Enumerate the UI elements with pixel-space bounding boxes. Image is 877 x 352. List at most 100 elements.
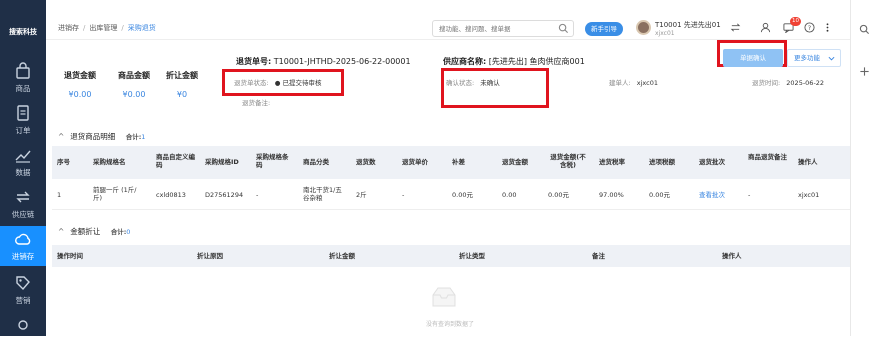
column-header: 折让金额 [329, 252, 355, 260]
column-header: 序号 [57, 158, 70, 166]
table-row: 1 前腿一斤 (1斤/斤) cxld0813 D27561294 - 南北干货1… [52, 179, 850, 210]
user-icon[interactable] [760, 22, 771, 33]
avatar[interactable] [636, 20, 651, 35]
sidebar-item-orders[interactable]: 订单 [0, 100, 46, 140]
column-header: 退货金额(不含税) [550, 153, 586, 169]
empty-state-text: 没有查询到数据了 [426, 321, 475, 328]
sidebar-item-label: 营销 [15, 296, 31, 305]
discount-section-header[interactable]: ^ 金额折让 合计:0 [58, 226, 130, 237]
column-header: 退货单价 [402, 158, 428, 166]
table-cell: 97.00% [599, 191, 624, 199]
summary-return-amount: 退货金额 ¥0.00 [64, 70, 96, 99]
column-header: 商品退货备注 [748, 153, 787, 161]
right-toolbar [850, 0, 877, 336]
column-header: 操作人 [798, 158, 818, 166]
plus-icon[interactable] [859, 66, 870, 77]
sidebar-item-data[interactable]: 数据 [0, 142, 46, 182]
table-cell: D27561294 [205, 191, 244, 199]
goods-count-value: 1 [141, 133, 146, 141]
sidebar-item-label: 商品 [15, 84, 31, 93]
user-account: xjxc01 [655, 30, 675, 37]
table-cell: 0.00元 [649, 191, 670, 199]
summary-discount-amount: 折让金额 ¥0 [166, 70, 198, 99]
sidebar-item-label: 进销存 [11, 252, 35, 261]
column-header: 折让类型 [459, 252, 485, 260]
search-icon[interactable] [558, 23, 569, 34]
collapse-icon[interactable]: ^ [58, 132, 64, 141]
breadcrumb-current: 采购退货 [127, 24, 156, 32]
empty-box-icon [432, 287, 456, 307]
breadcrumb: 进销存 / 出库管理 / 采购退货 [58, 23, 156, 33]
user-name[interactable]: T10001 先进先出01 [655, 20, 721, 30]
return-time-field: 退货时间: 2025-06-22 [752, 77, 824, 87]
column-header: 折让原因 [197, 252, 223, 260]
creator-value: xjxc01 [636, 79, 659, 87]
table-cell: - [402, 191, 405, 199]
goods-section-title: 退货商品明细 [70, 132, 116, 141]
table-cell: - [256, 191, 259, 199]
discount-count-value: 0 [126, 228, 131, 236]
guide-button[interactable]: 新手引导 [585, 22, 623, 36]
table-cell: 0.00 [502, 191, 517, 199]
return-time-label: 退货时间: [752, 79, 781, 87]
goods-count-label: 合计: [125, 133, 142, 141]
document-icon [17, 105, 29, 121]
highlight-box [441, 68, 549, 108]
table-cell: 前腿一斤 (1斤/斤) [93, 186, 137, 202]
notification-badge: 10 [790, 17, 801, 26]
table-cell: - [748, 191, 751, 199]
sidebar: 搜索科技 商品 订单 数据 供应链 进销存 营销 [0, 0, 46, 336]
breadcrumb-separator: / [121, 24, 124, 32]
bag-icon [16, 62, 30, 79]
breadcrumb-item[interactable]: 进销存 [58, 24, 79, 32]
table-cell: 0.00元 [452, 191, 473, 199]
creator-field: 建单人: xjxc01 [609, 77, 658, 87]
column-header: 操作人 [722, 252, 742, 260]
return-remark-label: 退货备注: [242, 99, 271, 107]
column-header: 进项税额 [649, 158, 675, 166]
search-input[interactable] [433, 21, 553, 36]
switch-icon[interactable] [730, 22, 741, 33]
discount-count-label: 合计: [110, 228, 127, 236]
column-header: 商品分类 [303, 158, 329, 166]
sidebar-item-inventory[interactable]: 进销存 [0, 226, 46, 266]
view-batch-link[interactable]: 查看批次 [699, 191, 725, 199]
summary-value: ¥0 [176, 90, 188, 99]
breadcrumb-item[interactable]: 出库管理 [89, 24, 117, 32]
column-header: 退货数 [356, 158, 376, 166]
highlight-box [222, 69, 344, 96]
table-cell: 2斤 [356, 191, 367, 199]
search-icon[interactable] [859, 24, 870, 35]
sidebar-item-goods[interactable]: 商品 [0, 58, 46, 98]
column-header: 操作时间 [57, 252, 83, 260]
column-header: 采购规格ID [205, 158, 239, 166]
sidebar-item-supply-chain[interactable]: 供应链 [0, 184, 46, 224]
table-cell: 南北干货1/五谷杂粮 [303, 186, 342, 202]
sidebar-item-marketing[interactable]: 营销 [0, 270, 46, 310]
collapse-icon[interactable]: ^ [58, 227, 64, 236]
sidebar-item-more[interactable] [0, 312, 46, 352]
confirm-document-button[interactable]: 单据确认 [723, 49, 783, 67]
tag-icon [16, 276, 30, 291]
help-icon[interactable]: ? [804, 22, 815, 33]
main-content: 退货金额 ¥0.00 商品金额 ¥0.00 折让金额 ¥0 退货单号: T100… [46, 40, 850, 336]
order-number: 退货单号: T10001-JHTHD-2025-06-22-00001 [236, 56, 411, 67]
supplier-label: 供应商名称: [443, 57, 487, 66]
column-header: 退货批次 [699, 158, 725, 166]
more-functions-dropdown[interactable]: 更多功能 [787, 49, 841, 67]
return-time-value: 2025-06-22 [786, 79, 825, 87]
goods-section-header[interactable]: ^ 退货商品明细 合计:1 [58, 131, 145, 142]
more-functions-label: 更多功能 [794, 54, 820, 62]
cloud-icon [15, 233, 31, 245]
discount-table-header: 操作时间 折让原因 折让金额 折让类型 备注 操作人 [52, 245, 850, 267]
sidebar-item-label: 供应链 [11, 210, 35, 219]
app-logo: 搜索科技 [9, 28, 37, 36]
global-search[interactable] [432, 20, 574, 37]
column-header: 补差 [452, 158, 465, 166]
more-vertical-icon[interactable] [822, 22, 833, 33]
discount-count: 合计:0 [111, 228, 131, 236]
goods-table-header: 序号 采购规格名 商品自定义编码 采购规格ID 采购规格条码 商品分类 退货数 … [52, 146, 850, 179]
column-header: 退货金额 [502, 158, 528, 166]
svg-text:?: ? [808, 24, 811, 32]
summary-value: ¥0.00 [68, 90, 92, 99]
